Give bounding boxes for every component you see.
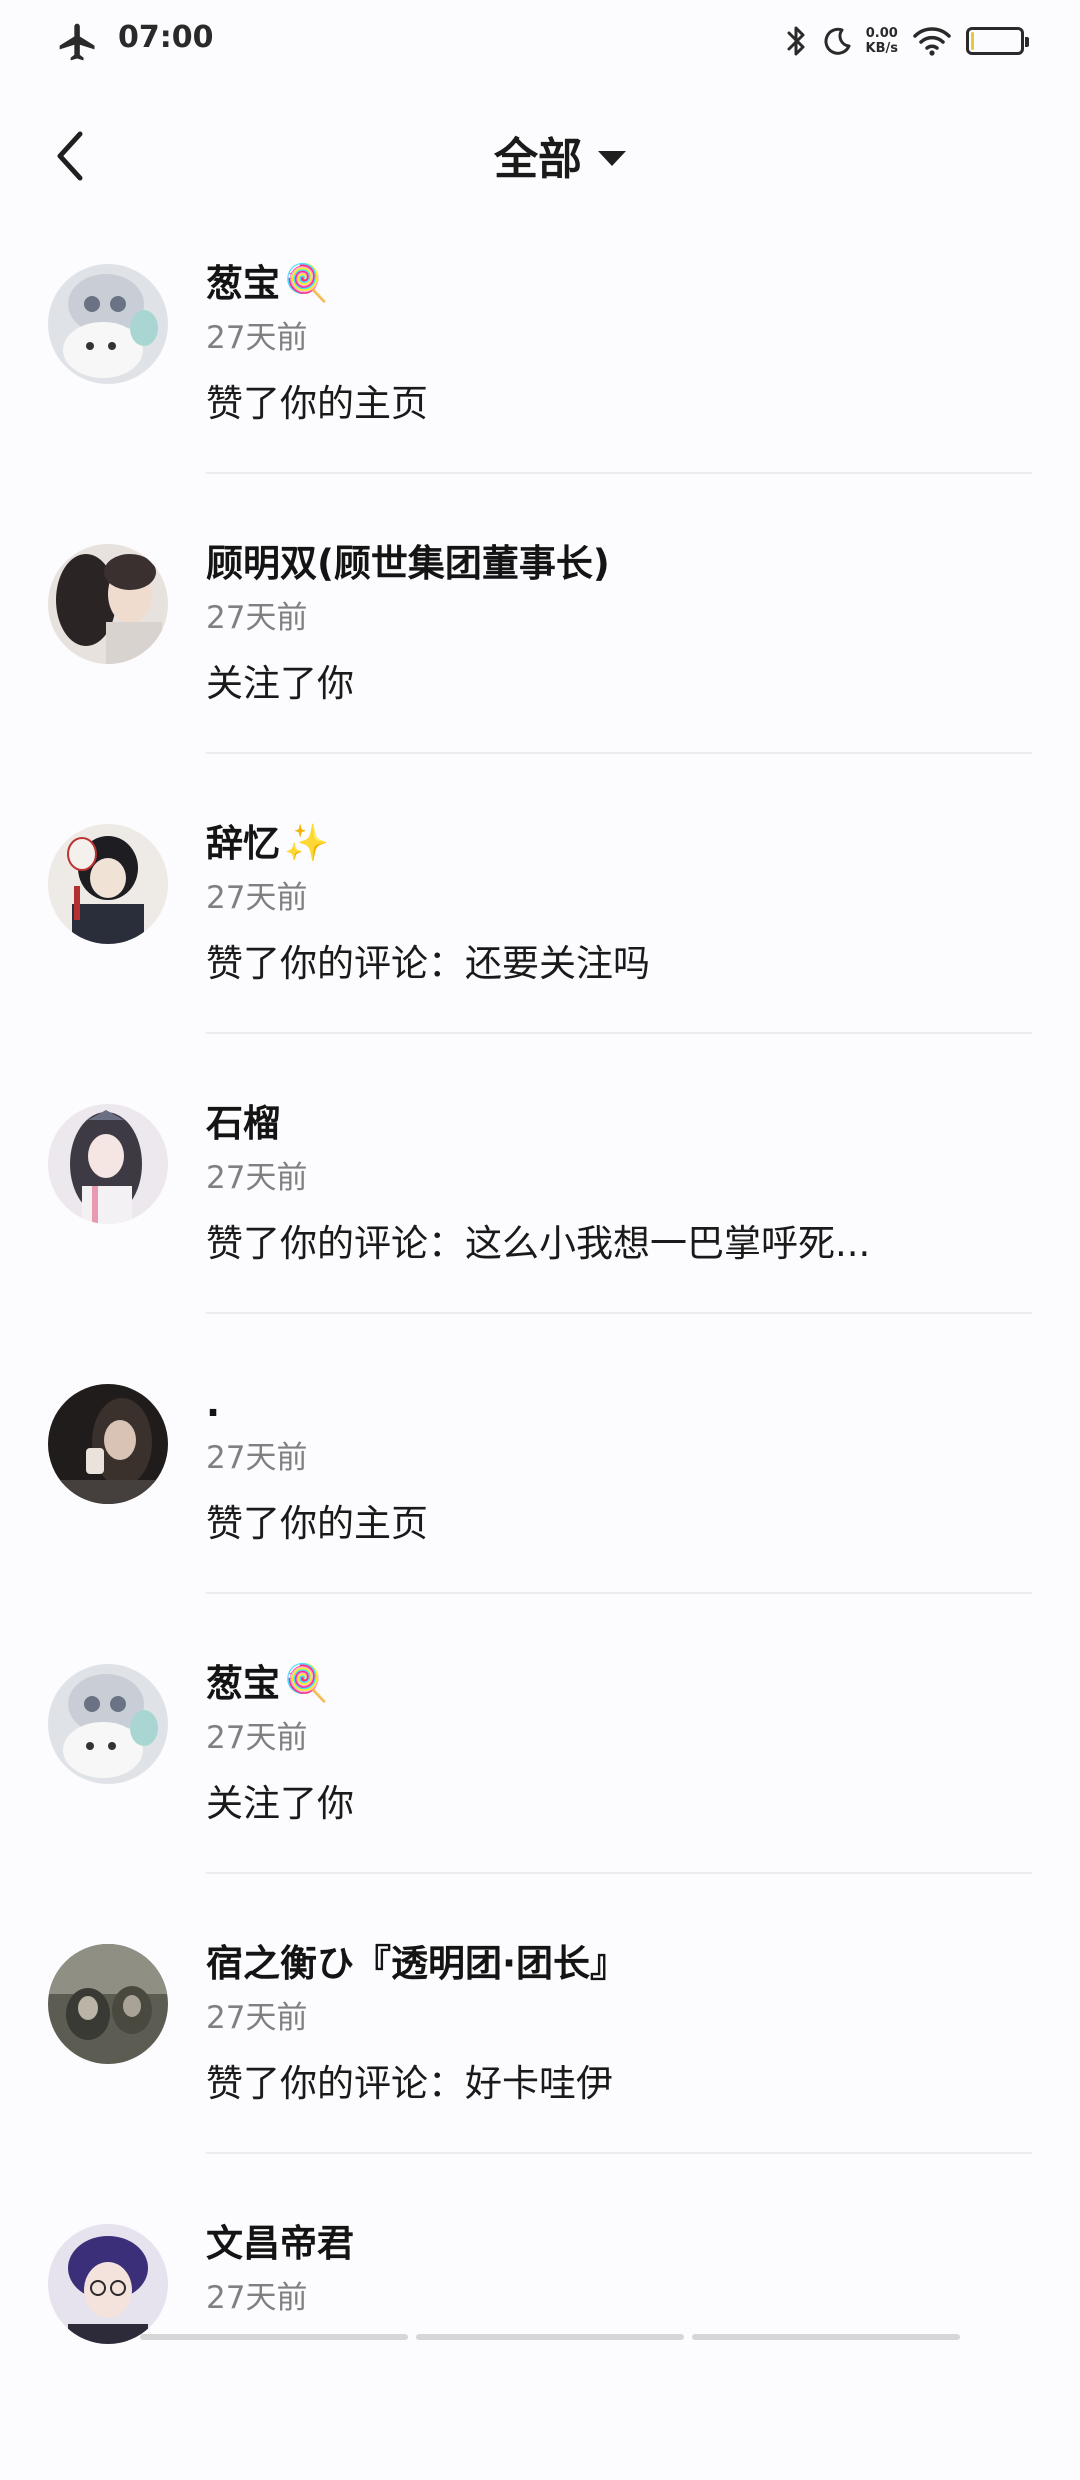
notification-item[interactable]: 文昌帝君 27天前 — [0, 2200, 1080, 2480]
notification-action: 赞了你的评论：好卡哇伊 — [206, 2062, 613, 2105]
battery-icon — [966, 27, 1029, 55]
lollipop-emoji-icon: 🍭 — [284, 263, 329, 304]
avatar[interactable] — [48, 1664, 168, 1784]
notification-time: 27天前 — [206, 1440, 308, 1476]
avatar[interactable] — [48, 1104, 168, 1224]
divider — [206, 472, 1032, 474]
user-name[interactable]: . — [206, 1380, 220, 1428]
avatar[interactable] — [48, 264, 168, 384]
notification-action: 关注了你 — [206, 662, 354, 705]
user-name-text: 辞忆 — [206, 822, 280, 865]
notification-time: 27天前 — [206, 320, 308, 356]
user-name[interactable]: 石榴 — [206, 1100, 280, 1148]
network-speed: 0.00 KB/s — [866, 26, 898, 56]
notification-item[interactable]: 葱宝 🍭 27天前 赞了你的主页 — [0, 240, 1080, 520]
divider — [206, 1032, 1032, 1034]
notification-item[interactable]: 辞忆 ✨ 27天前 赞了你的评论：还要关注吗 — [0, 800, 1080, 1080]
moon-icon — [824, 27, 851, 55]
user-name-text: 文昌帝君 — [206, 2222, 354, 2265]
notification-action: 赞了你的评论：还要关注吗 — [206, 942, 650, 985]
divider — [206, 1872, 1032, 1874]
notification-item[interactable]: . 27天前 赞了你的主页 — [0, 1360, 1080, 1640]
notification-time: 27天前 — [206, 600, 308, 636]
scroll-segment — [692, 2334, 960, 2340]
status-icons: 0.00 KB/s — [786, 18, 1029, 64]
user-name-text: . — [206, 1382, 221, 1425]
notification-action: 关注了你 — [206, 1782, 354, 1825]
lollipop-emoji-icon: 🍭 — [284, 1663, 329, 1704]
page-title: 全部 — [494, 134, 582, 185]
network-speed-value: 0.00 — [865, 26, 898, 41]
header: 全部 — [0, 100, 1080, 210]
divider — [206, 1312, 1032, 1314]
user-name-text: 石榴 — [206, 1102, 280, 1145]
notification-action: 赞了你的评论：这么小我想一巴掌呼死... — [206, 1222, 871, 1265]
scroll-indicator — [140, 2334, 960, 2340]
user-name[interactable]: 葱宝 🍭 — [206, 1660, 329, 1708]
caret-down-icon — [598, 150, 626, 166]
user-name-text: 葱宝 — [206, 262, 280, 305]
notification-item[interactable]: 葱宝 🍭 27天前 关注了你 — [0, 1640, 1080, 1920]
avatar[interactable] — [48, 824, 168, 944]
notification-time: 27天前 — [206, 1720, 308, 1756]
network-speed-unit: KB/s — [865, 41, 898, 56]
user-name[interactable]: 文昌帝君 — [206, 2220, 354, 2268]
notification-action: 赞了你的主页 — [206, 382, 428, 425]
notification-time: 27天前 — [206, 2280, 308, 2316]
status-bar: 07:00 0.00 KB/s — [0, 0, 1080, 80]
divider — [206, 2152, 1032, 2154]
user-name-text: 顾明双(顾世集团董事长) — [206, 542, 610, 585]
avatar[interactable] — [48, 1384, 168, 1504]
user-name[interactable]: 宿之衡ひ『透明团·团长』 — [206, 1940, 627, 1988]
scroll-segment — [140, 2334, 408, 2340]
notification-item[interactable]: 顾明双(顾世集团董事长) 27天前 关注了你 — [0, 520, 1080, 800]
user-name-text: 宿之衡ひ『透明团·团长』 — [206, 1942, 628, 1985]
divider — [206, 752, 1032, 754]
avatar[interactable] — [48, 544, 168, 664]
wifi-icon — [913, 27, 951, 56]
avatar[interactable] — [48, 1944, 168, 2064]
airplane-mode-icon — [59, 23, 95, 61]
filter-dropdown[interactable]: 全部 — [0, 100, 1080, 210]
status-time: 07:00 — [118, 20, 214, 55]
user-name-text: 葱宝 — [206, 1662, 280, 1705]
notification-list: 葱宝 🍭 27天前 赞了你的主页 顾明双(顾世集团董事长) 27天前 关注了你 — [0, 240, 1080, 2480]
notification-action: 赞了你的主页 — [206, 1502, 428, 1545]
notification-time: 27天前 — [206, 1160, 308, 1196]
avatar[interactable] — [48, 2224, 168, 2344]
notification-item[interactable]: 石榴 27天前 赞了你的评论：这么小我想一巴掌呼死... — [0, 1080, 1080, 1360]
scroll-segment — [416, 2334, 684, 2340]
user-name[interactable]: 顾明双(顾世集团董事长) — [206, 540, 610, 588]
notification-time: 27天前 — [206, 2000, 308, 2036]
bluetooth-icon — [787, 26, 805, 56]
notification-item[interactable]: 宿之衡ひ『透明团·团长』 27天前 赞了你的评论：好卡哇伊 — [0, 1920, 1080, 2200]
notification-time: 27天前 — [206, 880, 308, 916]
user-name[interactable]: 辞忆 ✨ — [206, 820, 329, 868]
sparkles-emoji-icon: ✨ — [284, 823, 329, 864]
user-name[interactable]: 葱宝 🍭 — [206, 260, 329, 308]
battery-level — [971, 32, 974, 50]
divider — [206, 1592, 1032, 1594]
